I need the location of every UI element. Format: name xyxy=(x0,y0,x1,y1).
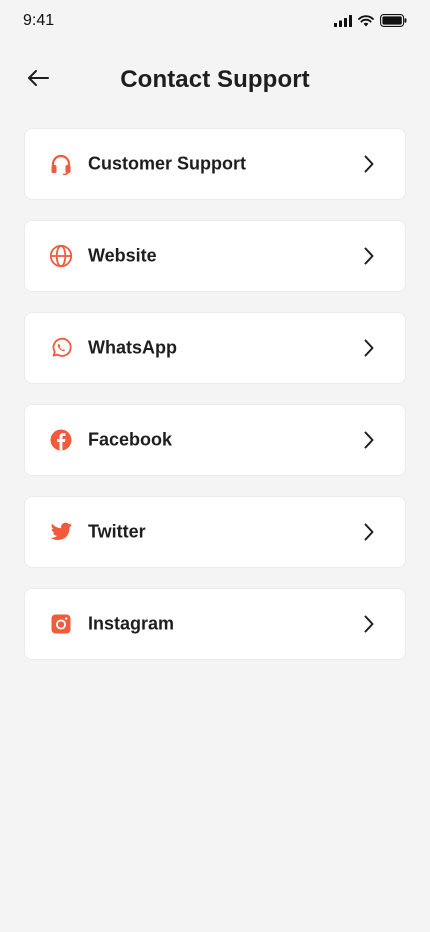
chevron-right-icon xyxy=(361,430,377,450)
list-item-twitter[interactable]: Twitter xyxy=(24,496,406,568)
list-item-whatsapp[interactable]: WhatsApp xyxy=(24,312,406,384)
globe-icon xyxy=(49,244,73,268)
list-item-label: Facebook xyxy=(88,429,173,450)
page-title: Contact Support xyxy=(120,66,310,93)
signal-icon xyxy=(334,14,352,32)
list-item-customer-support[interactable]: Customer Support xyxy=(24,128,406,200)
chevron-right-icon xyxy=(361,338,377,358)
headset-icon xyxy=(49,152,73,176)
wifi-icon xyxy=(358,14,374,32)
battery-icon xyxy=(380,14,407,32)
facebook-icon xyxy=(49,428,73,452)
status-bar: 9:41 xyxy=(0,0,430,44)
chevron-right-icon xyxy=(361,154,377,174)
list-item-label: Twitter xyxy=(88,521,146,542)
chevron-right-icon xyxy=(361,614,377,634)
list-item-website[interactable]: Website xyxy=(24,220,406,292)
list-item-label: Website xyxy=(88,245,157,266)
list-item-label: WhatsApp xyxy=(88,337,177,358)
chevron-right-icon xyxy=(361,522,377,542)
contact-list: Customer Support Website WhatsApp Facebo… xyxy=(24,128,406,680)
status-icons xyxy=(334,14,407,32)
list-item-label: Instagram xyxy=(88,613,175,634)
instagram-icon xyxy=(49,612,73,636)
list-item-label: Customer Support xyxy=(88,153,247,174)
list-item-facebook[interactable]: Facebook xyxy=(24,404,406,476)
twitter-icon xyxy=(49,520,73,544)
header: Contact Support xyxy=(0,56,430,104)
whatsapp-icon xyxy=(49,336,73,360)
status-time: 9:41 xyxy=(23,12,55,29)
chevron-right-icon xyxy=(361,246,377,266)
list-item-instagram[interactable]: Instagram xyxy=(24,588,406,660)
